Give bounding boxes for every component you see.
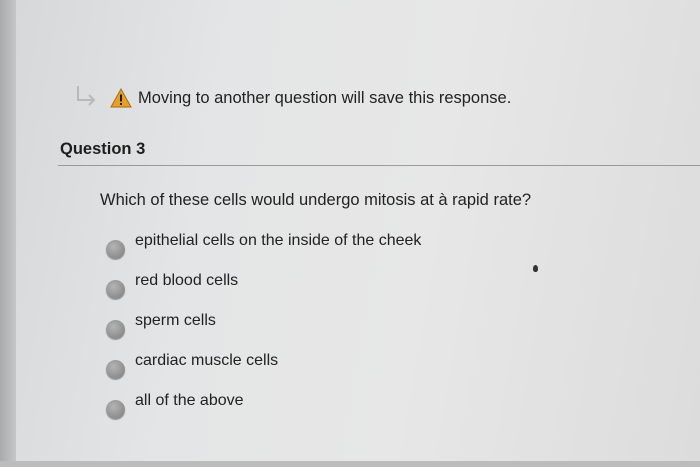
answer-option[interactable]: all of the above [106, 388, 526, 428]
warning-icon [110, 88, 132, 108]
return-arrow-icon [77, 86, 96, 106]
radio-button[interactable] [106, 240, 125, 259]
answer-option-label[interactable]: epithelial cells on the inside of the ch… [135, 232, 421, 250]
answer-options: epithelial cells on the inside of the ch… [106, 228, 526, 428]
answer-option[interactable]: epithelial cells on the inside of the ch… [106, 228, 526, 268]
mouse-cursor [533, 265, 538, 272]
radio-button[interactable] [106, 360, 125, 379]
radio-button[interactable] [106, 400, 125, 419]
question-divider [58, 165, 700, 166]
window-edge [0, 0, 16, 467]
save-notice-text: Moving to another question will save thi… [138, 88, 512, 107]
window-bottom-edge [0, 461, 700, 467]
answer-option-label[interactable]: cardiac muscle cells [135, 352, 278, 370]
answer-option[interactable]: red blood cells [106, 268, 526, 308]
save-notice: Moving to another question will save thi… [72, 78, 511, 118]
question-prompt: Which of these cells would undergo mitos… [100, 191, 532, 209]
answer-option[interactable]: cardiac muscle cells [106, 348, 526, 388]
answer-option-label[interactable]: red blood cells [135, 272, 238, 290]
answer-option-label[interactable]: sperm cells [135, 312, 216, 330]
radio-button[interactable] [106, 280, 125, 299]
radio-button[interactable] [106, 320, 125, 339]
answer-option-label[interactable]: all of the above [135, 392, 244, 410]
question-title: Question 3 [60, 140, 146, 158]
answer-option[interactable]: sperm cells [106, 308, 526, 348]
